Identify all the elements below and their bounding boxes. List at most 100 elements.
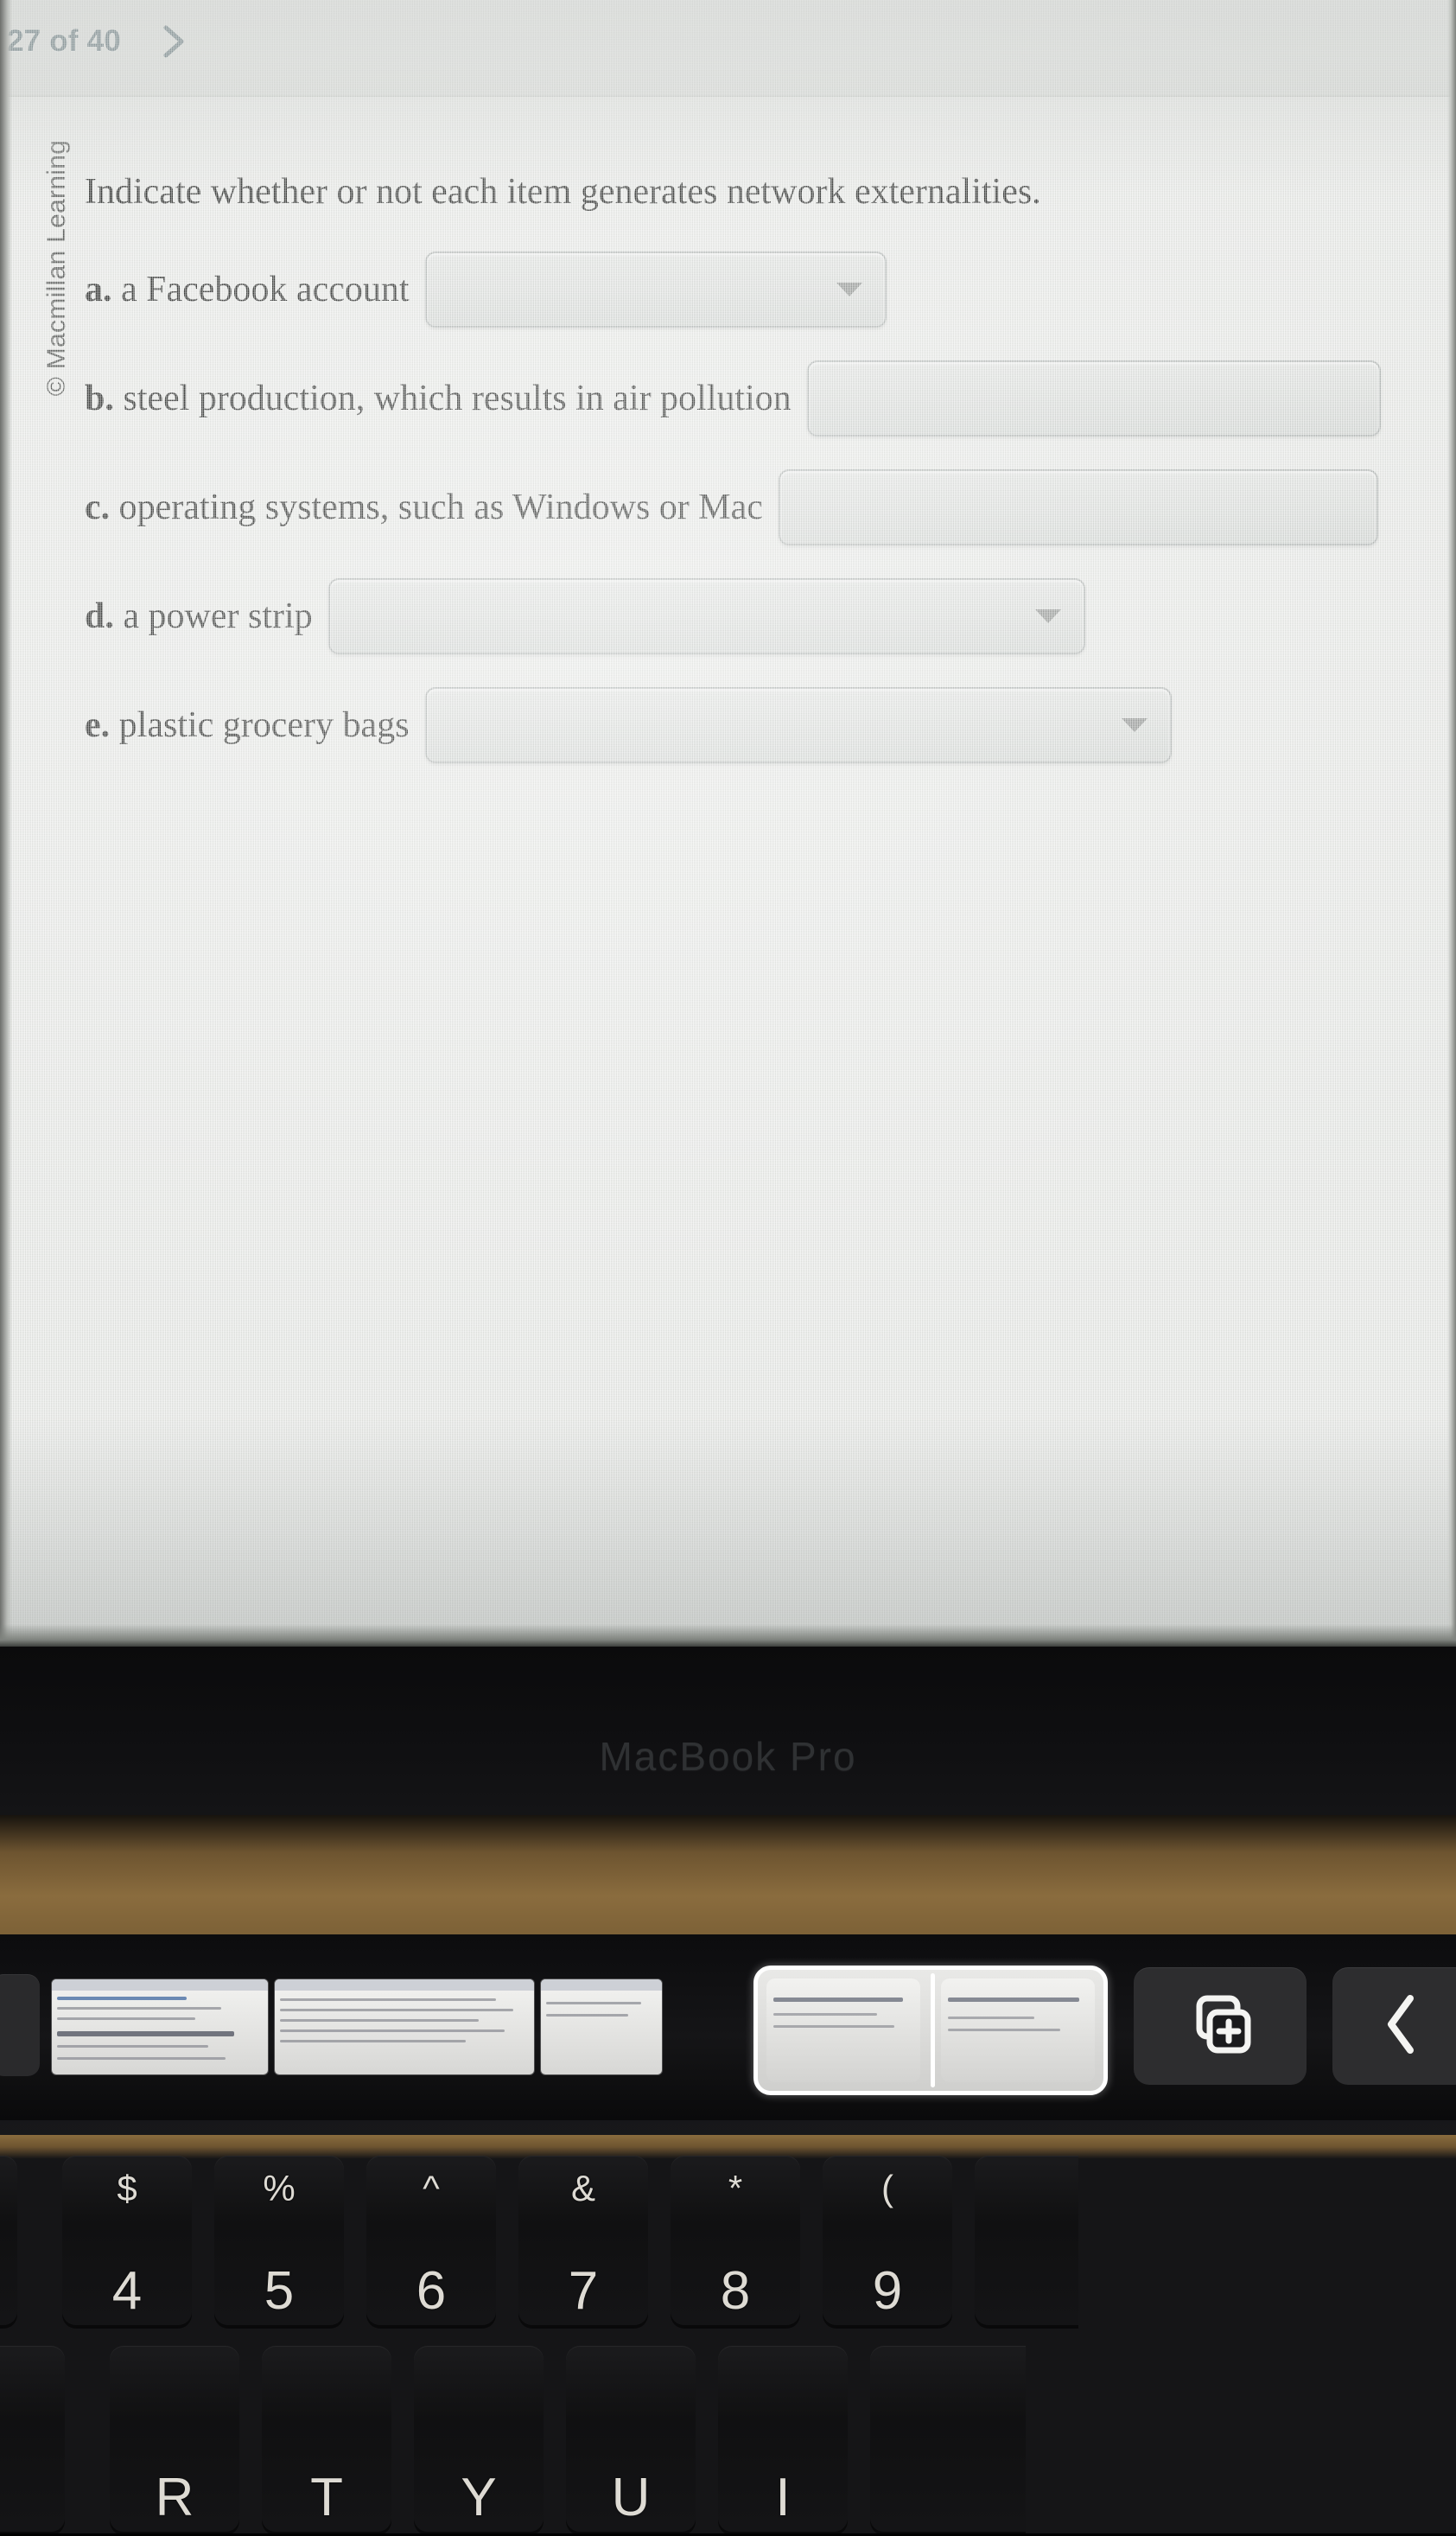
key-6-label: 6 — [416, 2261, 447, 2321]
key-r[interactable]: R — [110, 2346, 239, 2532]
question-toolbar: 27 of 40 — [0, 0, 1456, 97]
key-5[interactable]: % 5 — [214, 2156, 344, 2325]
preview-line — [280, 1998, 496, 2001]
question-item-d: d. a power strip — [85, 577, 1456, 654]
item-letter-c: c. — [85, 487, 111, 527]
key-u-label: U — [611, 2468, 651, 2527]
key-5-shift-label: % — [263, 2168, 296, 2208]
question-item-e: e. plastic grocery bags — [85, 686, 1456, 763]
key-partial-right[interactable] — [975, 2156, 1078, 2325]
item-text-a: a Facebook account — [121, 269, 410, 309]
preview-line — [57, 2007, 221, 2010]
key-t[interactable]: T — [262, 2346, 391, 2532]
screen-bezel-left — [0, 0, 12, 1647]
laptop-hinge-band: MacBook Pro — [0, 1647, 1456, 1815]
key-4-label: 4 — [111, 2261, 143, 2321]
chevron-down-icon — [1034, 609, 1061, 623]
touch-bar-window-preview[interactable] — [541, 1979, 662, 2074]
question-item-a: a. a Facebook account — [85, 251, 1456, 328]
key-7[interactable]: & 7 — [518, 2156, 648, 2325]
key-r-label: R — [155, 2468, 194, 2527]
item-text-c: operating systems, such as Windows or Ma… — [118, 487, 763, 527]
screen-bottom-edge — [0, 1624, 1456, 1647]
touch-bar-window-preview[interactable] — [766, 1978, 920, 2082]
key-7-label: 7 — [568, 2261, 599, 2321]
key-partial-left-2[interactable] — [0, 2346, 65, 2532]
preview-line — [57, 2057, 226, 2060]
preview-line — [280, 2009, 513, 2011]
answer-dropdown-b[interactable] — [806, 360, 1381, 436]
preview-title-bar — [541, 1979, 662, 1991]
key-t-label: T — [310, 2468, 343, 2527]
touch-bar-window-preview[interactable] — [275, 1979, 534, 2074]
key-6[interactable]: ^ 6 — [366, 2156, 496, 2325]
item-letter-d: d. — [85, 596, 114, 636]
preview-line — [773, 2025, 894, 2028]
chevron-down-icon — [1121, 717, 1148, 732]
key-6-shift-label: ^ — [423, 2168, 440, 2208]
question-item-c: c. operating systems, such as Windows or… — [85, 468, 1456, 545]
laptop-screen: 27 of 40 © Macmillan Learning Indicate w… — [0, 0, 1456, 1647]
preview-line — [280, 2029, 505, 2032]
answer-dropdown-c[interactable] — [778, 468, 1378, 545]
item-letter-a: a. — [85, 269, 112, 309]
preview-line — [280, 2019, 479, 2022]
key-partial-left[interactable] — [0, 2156, 17, 2325]
chevron-left-icon — [1376, 1986, 1427, 2067]
question-item-b: b. steel production, which results in ai… — [85, 360, 1456, 436]
preview-line — [57, 2045, 208, 2048]
preview-line — [948, 2029, 1060, 2031]
keyboard-letter-row: R T Y U I — [0, 2346, 1456, 2536]
key-9[interactable]: ( 9 — [823, 2156, 952, 2325]
chevron-right-icon[interactable] — [159, 22, 188, 61]
new-window-plus-icon — [1182, 1986, 1258, 2067]
preview-line — [57, 1997, 187, 2000]
preview-line — [773, 2013, 877, 2016]
touch-bar[interactable] — [0, 1934, 1456, 2120]
key-8[interactable]: * 8 — [671, 2156, 800, 2325]
item-text-e: plastic grocery bags — [118, 704, 410, 745]
question-item-d-label: d. a power strip — [85, 596, 328, 637]
preview-line — [773, 1998, 903, 2002]
touch-bar-selected-window-group[interactable] — [753, 1966, 1108, 2095]
preview-line — [57, 2017, 195, 2020]
preview-line — [280, 2040, 466, 2042]
preview-line — [948, 1998, 1079, 2002]
item-text-d: a power strip — [123, 596, 313, 636]
question-body: Indicate whether or not each item genera… — [85, 169, 1456, 796]
key-partial-right-2[interactable] — [870, 2346, 1026, 2532]
touch-bar-back-button[interactable] — [1332, 1967, 1456, 2085]
key-9-shift-label: ( — [881, 2168, 893, 2208]
touch-bar-new-window-button[interactable] — [1134, 1967, 1307, 2085]
page-counter: 27 of 40 — [7, 24, 121, 58]
preview-title-bar — [52, 1979, 268, 1991]
touch-bar-esc-key[interactable] — [0, 1974, 40, 2076]
preview-line — [546, 2002, 641, 2004]
copyright-watermark: © Macmillan Learning — [42, 139, 71, 397]
key-y[interactable]: Y — [414, 2346, 544, 2532]
answer-dropdown-e[interactable] — [424, 686, 1172, 763]
macbook-pro-brand-text: MacBook Pro — [599, 1734, 857, 1779]
touch-bar-window-preview[interactable] — [941, 1978, 1095, 2082]
key-u[interactable]: U — [566, 2346, 696, 2532]
item-text-b: steel production, which results in air p… — [123, 378, 792, 418]
touch-bar-window-divider — [931, 1973, 935, 2087]
question-prompt: Indicate whether or not each item genera… — [85, 172, 1041, 212]
key-i[interactable]: I — [718, 2346, 848, 2532]
key-7-shift-label: & — [570, 2168, 595, 2208]
preview-line — [948, 2017, 1034, 2019]
answer-dropdown-a[interactable] — [424, 251, 887, 328]
preview-title-bar — [275, 1979, 534, 1991]
touch-bar-window-previews[interactable] — [52, 1979, 691, 2074]
chevron-down-icon — [836, 282, 862, 296]
touch-bar-window-preview[interactable] — [52, 1979, 268, 2074]
keyboard-number-row: $ 4 % 5 ^ 6 & 7 * 8 ( 9 — [0, 2156, 1456, 2329]
key-4[interactable]: $ 4 — [62, 2156, 192, 2325]
key-8-label: 8 — [720, 2261, 751, 2321]
screen-bezel-right — [1447, 0, 1456, 1647]
key-9-label: 9 — [872, 2261, 903, 2321]
keyboard: $ 4 % 5 ^ 6 & 7 * 8 ( 9 R T Y U I — [0, 2135, 1456, 2533]
answer-dropdown-d[interactable] — [327, 577, 1085, 654]
preview-line — [57, 2031, 234, 2036]
key-4-shift-label: $ — [117, 2168, 137, 2208]
